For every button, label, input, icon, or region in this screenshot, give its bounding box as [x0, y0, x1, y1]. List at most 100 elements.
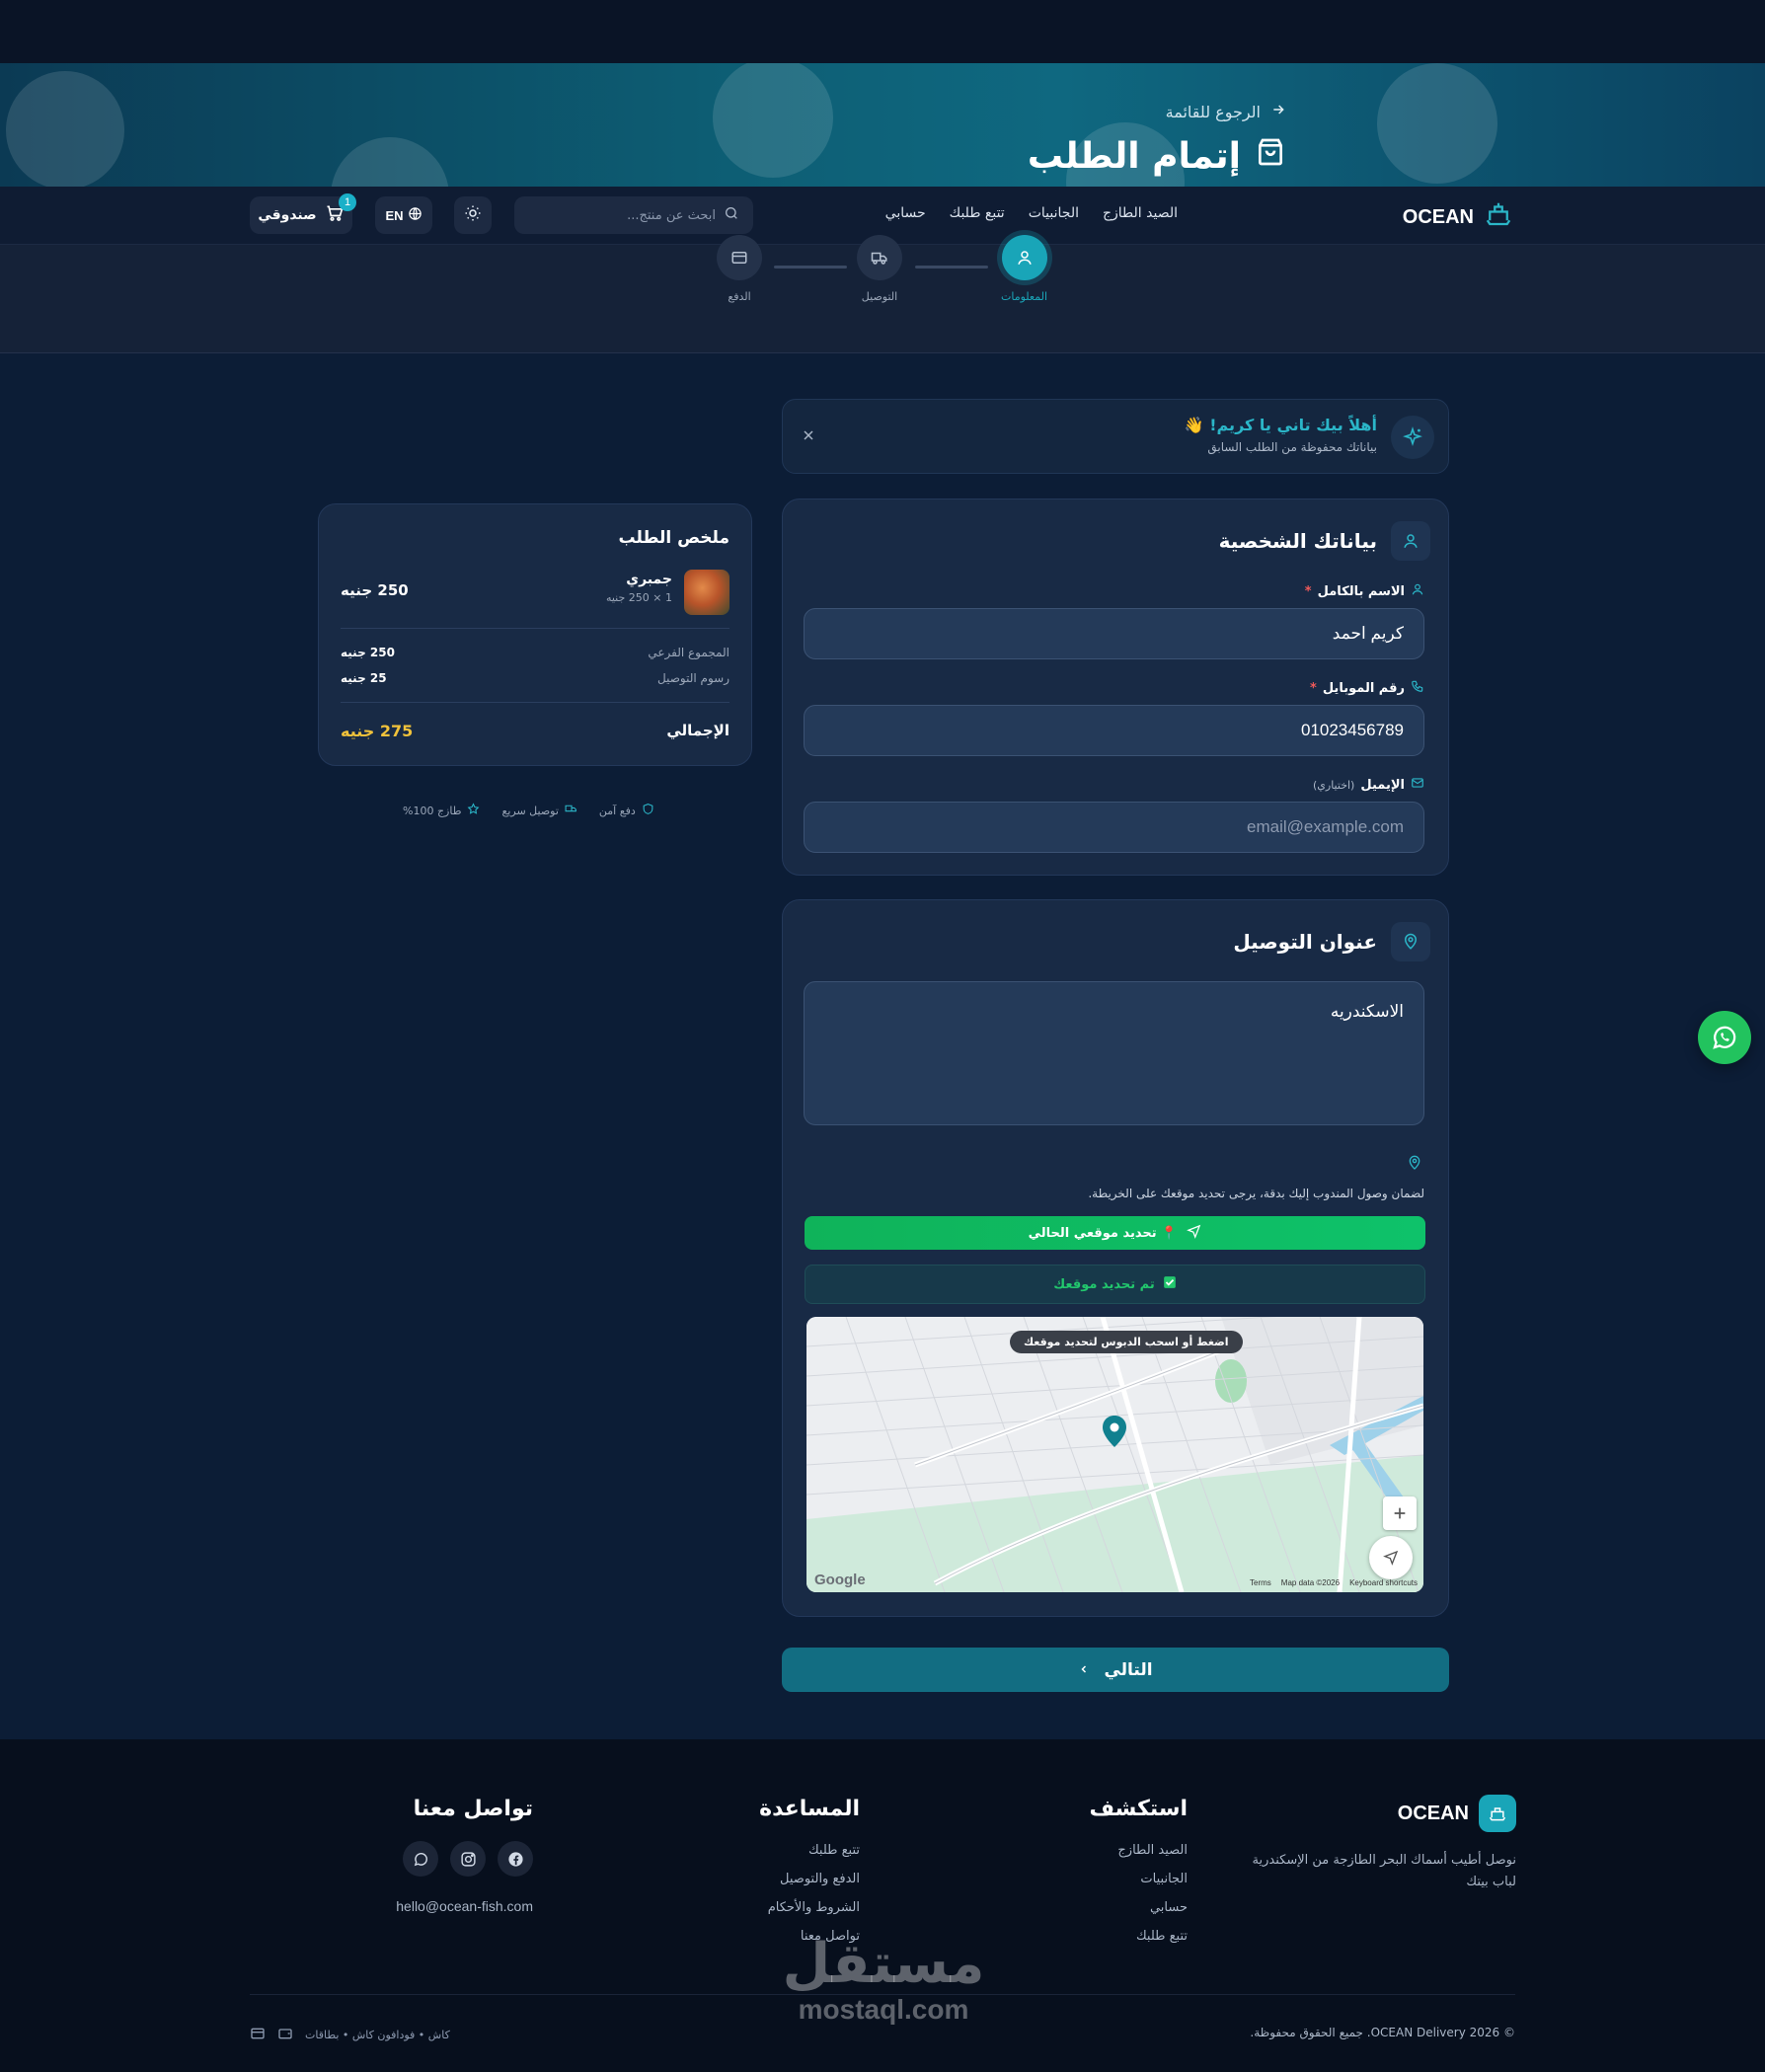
- card-icon: [250, 2026, 266, 2044]
- nav-link-fresh-catch[interactable]: الصيد الطازج: [1103, 205, 1178, 221]
- card-icon: [717, 235, 762, 280]
- chevron-left-icon: [1078, 1660, 1090, 1680]
- step-payment[interactable]: الدفع: [717, 235, 762, 303]
- summary-title: ملخص الطلب: [618, 528, 729, 548]
- whatsapp-icon[interactable]: [1698, 1011, 1751, 1064]
- nav-link-track-order[interactable]: تتبع طلبك: [950, 205, 1005, 221]
- map-pin-icon: [1407, 1155, 1422, 1175]
- recenter-icon[interactable]: [1369, 1536, 1413, 1579]
- locate-me-button[interactable]: 📍 تحديد موقعي الحالي: [805, 1216, 1425, 1250]
- contact-email[interactable]: hello@ocean-fish.com: [396, 1898, 533, 1914]
- personal-info-card: بياناتك الشخصية الاسم بالكامل * كريم احم…: [782, 499, 1449, 876]
- truck-icon: [565, 803, 577, 818]
- whatsapp-icon[interactable]: [403, 1841, 438, 1877]
- copyright: © 2026 OCEAN Delivery. جميع الحقوق محفوظ…: [1250, 2026, 1515, 2039]
- personal-info-title: بياناتك الشخصية: [1219, 521, 1430, 561]
- map-streets: [806, 1317, 1423, 1592]
- search-icon: [724, 205, 739, 225]
- footer-link[interactable]: تتبع طلبك: [1089, 1929, 1188, 1944]
- star-icon: [467, 803, 480, 818]
- step-info[interactable]: المعلومات: [1001, 235, 1047, 303]
- globe-icon: [408, 206, 422, 224]
- trust-badges: دفع آمن توصيل سريع طازج 100%: [403, 803, 654, 818]
- welcome-title: أهلاً بيك تاني يا كريم! 👋: [1184, 416, 1377, 434]
- sparkles-icon: [1391, 416, 1434, 459]
- email-label: الإيميل (اختياري): [1313, 776, 1424, 794]
- user-icon: [1391, 521, 1430, 561]
- map-hint: لضمان وصول المندوب إليك بدقة، يرجى تحديد…: [1088, 1187, 1424, 1200]
- back-to-menu-link[interactable]: الرجوع للقائمة: [1166, 102, 1286, 121]
- zoom-in-icon[interactable]: [1383, 1496, 1417, 1530]
- footer-link[interactable]: الدفع والتوصيل: [759, 1872, 860, 1886]
- nav-links: الصيد الطازج الجانبيات تتبع طلبك حسابي: [885, 205, 1178, 221]
- footer-link[interactable]: الجانبيات: [1089, 1872, 1188, 1886]
- phone-icon: [1411, 679, 1424, 697]
- step-connector: [774, 266, 847, 269]
- cart-button[interactable]: صندوقي: [250, 196, 352, 234]
- nav-link-sides[interactable]: الجانبيات: [1029, 205, 1079, 221]
- footer-link[interactable]: حسابي: [1089, 1900, 1188, 1915]
- shield-icon: [642, 803, 654, 818]
- footer-contact: تواصل معنا hello@ocean-fish.com: [396, 1797, 533, 1914]
- fast-delivery-badge: توصيل سريع: [501, 803, 576, 818]
- brand-logo[interactable]: OCEAN: [1403, 199, 1513, 235]
- cart-count-badge: 1: [339, 193, 356, 211]
- product-price: 250 جنيه: [341, 581, 409, 599]
- product-thumbnail: [684, 570, 729, 615]
- search-input[interactable]: ابحث عن منتج...: [514, 196, 753, 234]
- divider: [341, 702, 729, 703]
- subtotal-label: المجموع الفرعي: [648, 646, 729, 659]
- navigation-icon: [1187, 1224, 1201, 1243]
- map-tooltip: اضغط أو اسحب الدبوس لتحديد موقعك: [1010, 1331, 1243, 1353]
- hero-banner: [0, 63, 1765, 187]
- delivery-fee-label: رسوم التوصيل: [656, 671, 729, 685]
- facebook-icon[interactable]: [498, 1841, 533, 1877]
- close-icon[interactable]: [801, 427, 816, 447]
- location-pin-icon[interactable]: [1103, 1416, 1126, 1451]
- footer-link[interactable]: الشروط والأحكام: [759, 1900, 860, 1915]
- step-delivery[interactable]: التوصيل: [857, 235, 902, 303]
- product-qty: 1 × 250 جنيه: [605, 591, 672, 604]
- truck-icon: [857, 235, 902, 280]
- full-name-field[interactable]: كريم احمد: [804, 608, 1424, 659]
- phone-label: رقم الموبايل *: [1310, 679, 1424, 697]
- delivery-address-title: عنوان التوصيل: [1233, 922, 1430, 961]
- social-links: [396, 1841, 533, 1877]
- delivery-fee-value: 25 جنيه: [341, 671, 387, 685]
- mail-icon: [1411, 776, 1424, 794]
- user-icon: [1001, 235, 1047, 280]
- total-label: الإجمالي: [666, 722, 729, 739]
- footer-tagline: نوصل أطيب أسماك البحر الطازجة من الإسكند…: [1252, 1853, 1516, 1889]
- footer-link[interactable]: الصيد الطازج: [1089, 1843, 1188, 1858]
- divider: [341, 628, 729, 629]
- footer-help: المساعدة تتبع طلبك الدفع والتوصيل الشروط…: [759, 1797, 860, 1944]
- email-field[interactable]: email@example.com: [804, 802, 1424, 853]
- nav-link-account[interactable]: حسابي: [885, 205, 926, 221]
- language-toggle-button[interactable]: EN: [375, 196, 432, 234]
- instagram-icon[interactable]: [450, 1841, 486, 1877]
- location-confirmed-status: تم تحديد موقعك: [805, 1265, 1425, 1304]
- theme-toggle-button[interactable]: [454, 196, 492, 234]
- ship-icon: [1484, 199, 1513, 235]
- footer-link[interactable]: تتبع طلبك: [759, 1843, 860, 1858]
- payment-methods: كاش • فودافون كاش • بطاقات: [250, 2026, 450, 2044]
- location-map[interactable]: اضغط أو اسحب الدبوس لتحديد موقعك Google …: [806, 1317, 1423, 1592]
- user-icon: [1411, 582, 1424, 600]
- ship-icon: [1479, 1795, 1516, 1832]
- shopping-bag-icon: [1255, 136, 1286, 177]
- arrow-right-icon: [1270, 102, 1286, 121]
- address-textarea[interactable]: الاسكندريه: [804, 981, 1424, 1125]
- top-bar: [0, 0, 1765, 63]
- map-pin-icon: [1391, 922, 1430, 961]
- checkbox-icon: [1163, 1275, 1177, 1293]
- page-title: إتمام الطلب: [1028, 136, 1286, 177]
- next-button[interactable]: التالي: [782, 1648, 1449, 1692]
- welcome-subtitle: بياناتك محفوظة من الطلب السابق: [1207, 440, 1377, 454]
- secure-payment-badge: دفع آمن: [599, 803, 654, 818]
- phone-field[interactable]: 01023456789: [804, 705, 1424, 756]
- map-attribution: Terms Map data ©2026 Keyboard shortcuts: [1250, 1578, 1418, 1587]
- name-label: الاسم بالكامل *: [1305, 582, 1424, 600]
- total-value: 275 جنيه: [341, 722, 414, 740]
- google-logo: Google: [814, 1572, 866, 1588]
- welcome-back-banner: أهلاً بيك تاني يا كريم! 👋 بياناتك محفوظة…: [782, 399, 1449, 474]
